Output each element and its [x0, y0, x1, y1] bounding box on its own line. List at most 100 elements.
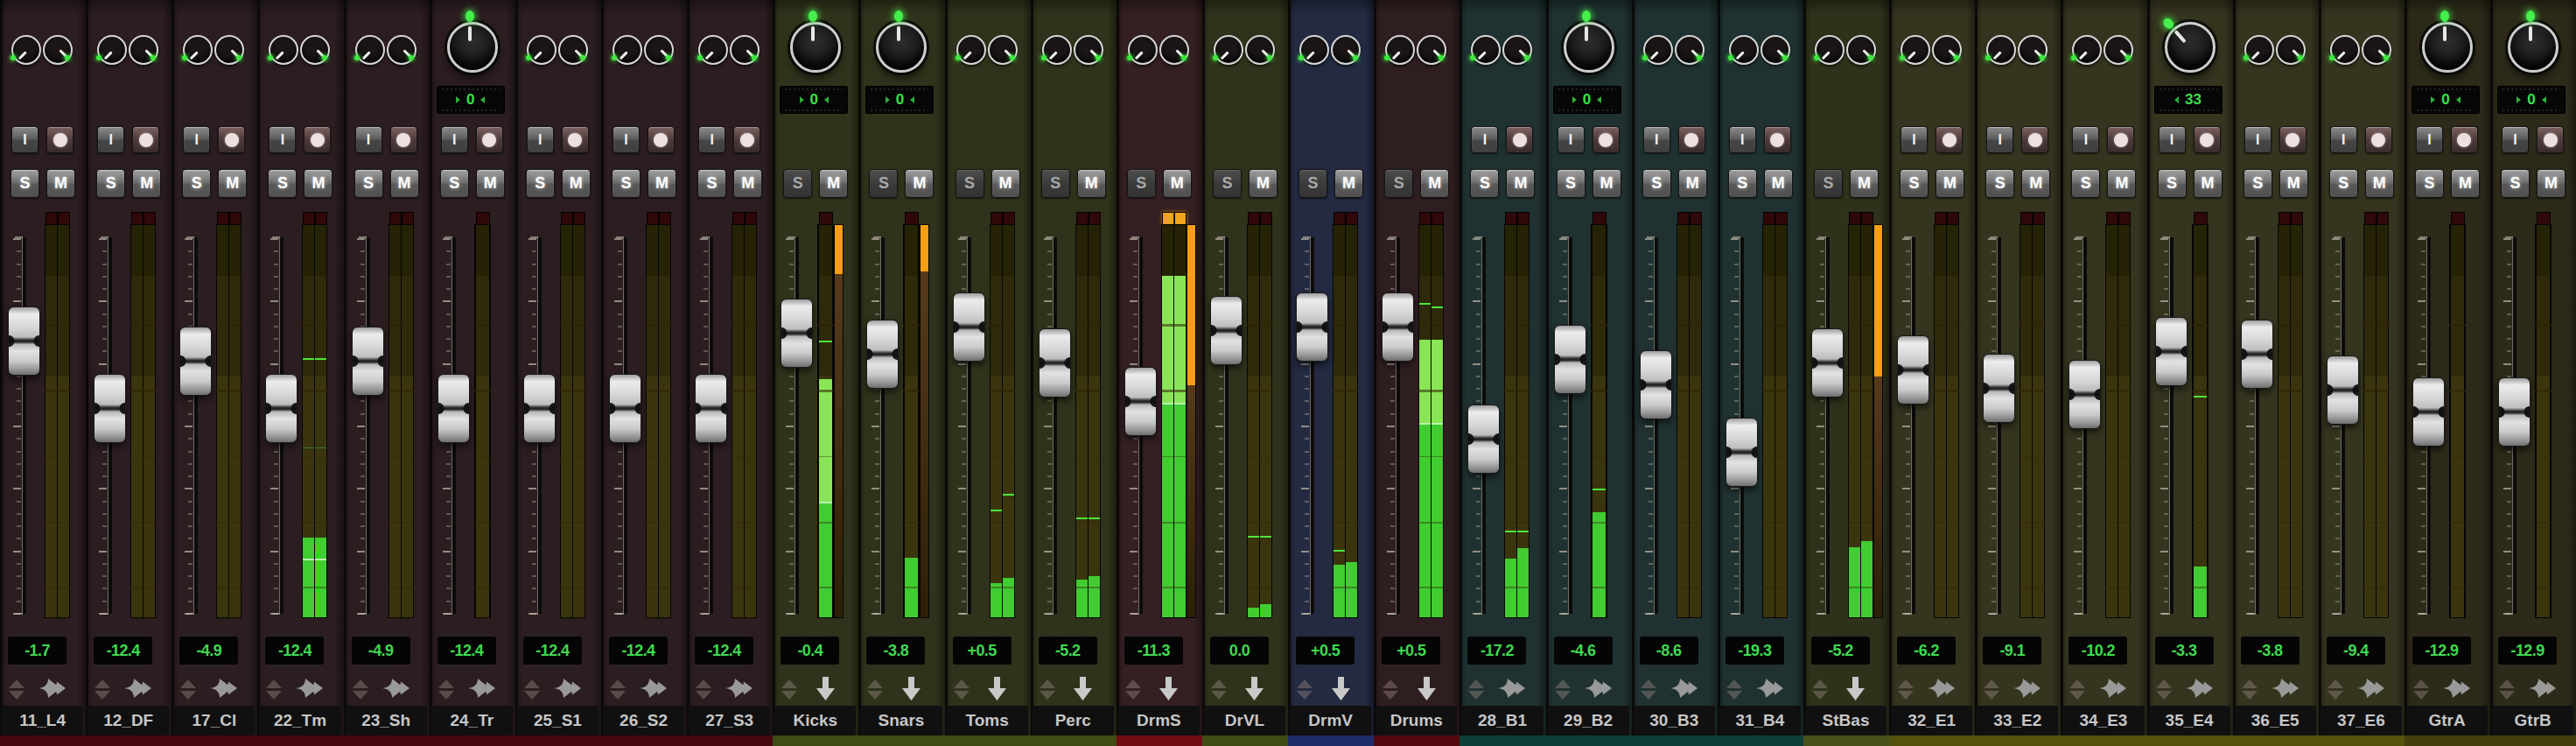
solo-button[interactable]: S — [182, 169, 211, 198]
fader-handle[interactable] — [1554, 325, 1586, 394]
fader-track[interactable] — [193, 237, 198, 614]
track-name[interactable]: Kicks — [774, 706, 856, 735]
track-name[interactable]: Perc — [1032, 706, 1114, 735]
volume-readout[interactable]: -5.2 — [1811, 637, 1870, 665]
folder-indicator[interactable] — [1152, 672, 1186, 705]
input-monitor-button[interactable]: I — [2502, 126, 2529, 153]
fader-fine-adjust[interactable] — [351, 678, 370, 700]
solo-button[interactable]: S — [612, 169, 640, 198]
fader-handle[interactable] — [1296, 292, 1328, 362]
fader-handle[interactable] — [2155, 317, 2188, 386]
mute-button[interactable]: M — [1678, 169, 1707, 198]
record-arm-button[interactable] — [1936, 126, 1963, 153]
track-name[interactable]: 27_S3 — [689, 706, 770, 735]
fader-track[interactable] — [2255, 237, 2259, 614]
pan-knob-right[interactable] — [730, 35, 760, 65]
clip-indicator-left[interactable] — [1334, 212, 1346, 225]
input-monitor-button[interactable]: I — [1558, 126, 1585, 153]
fader-fine-adjust[interactable] — [7, 678, 26, 700]
volume-readout[interactable]: -5.2 — [1039, 637, 1097, 665]
fader-track[interactable] — [1997, 237, 2001, 614]
solo-button[interactable]: S — [869, 169, 898, 198]
solo-button[interactable]: S — [2071, 169, 2100, 198]
solo-button[interactable]: S — [526, 169, 555, 198]
clip-indicator-right[interactable] — [1947, 212, 1959, 225]
input-monitor-button[interactable]: I — [2072, 126, 2099, 153]
record-arm-button[interactable] — [733, 126, 760, 153]
clip-indicator-right[interactable] — [144, 212, 156, 225]
clip-indicator[interactable] — [905, 212, 919, 225]
record-arm-button[interactable] — [1506, 126, 1533, 153]
clip-indicator-left[interactable] — [2364, 212, 2376, 225]
pan-knob-left[interactable] — [698, 35, 728, 65]
route-button[interactable] — [722, 672, 757, 705]
pan-knob-right[interactable] — [1245, 35, 1275, 65]
pan-knob-right[interactable] — [129, 35, 158, 65]
fader-handle[interactable] — [352, 327, 384, 396]
mute-button[interactable]: M — [132, 169, 161, 198]
input-monitor-button[interactable]: I — [1986, 126, 2013, 153]
fader-handle[interactable] — [8, 306, 40, 376]
clip-indicator-left[interactable] — [131, 212, 144, 225]
clip-indicator-right[interactable] — [1861, 212, 1873, 225]
solo-button[interactable]: S — [268, 169, 297, 198]
pan-knob-left[interactable] — [1128, 35, 1158, 65]
mute-button[interactable]: M — [2021, 169, 2050, 198]
clip-indicator[interactable] — [1592, 212, 1606, 225]
fader-fine-adjust[interactable] — [1124, 678, 1143, 700]
fader-handle[interactable] — [1210, 296, 1242, 365]
clip-indicator-right[interactable] — [1775, 212, 1788, 225]
mute-button[interactable]: M — [1506, 169, 1535, 198]
track-name[interactable]: DrVL — [1204, 706, 1285, 735]
record-arm-button[interactable] — [648, 126, 675, 153]
clip-indicator-left[interactable] — [2278, 212, 2291, 225]
volume-readout[interactable]: -12.4 — [523, 637, 582, 665]
pan-knob-left[interactable] — [956, 35, 986, 65]
record-arm-button[interactable] — [1678, 126, 1705, 153]
pan-knob-left[interactable] — [355, 35, 385, 65]
solo-button[interactable]: S — [2244, 169, 2272, 198]
fader-fine-adjust[interactable] — [178, 678, 198, 700]
mute-button[interactable]: M — [476, 169, 505, 198]
input-monitor-button[interactable]: I — [527, 126, 554, 153]
track-name[interactable]: GtrB — [2492, 706, 2573, 735]
route-button[interactable] — [1753, 672, 1788, 705]
volume-readout[interactable]: +0.5 — [953, 637, 1012, 665]
pan-knob-left[interactable] — [183, 35, 213, 65]
record-arm-button[interactable] — [562, 126, 589, 153]
track-name[interactable]: 36_E5 — [2235, 706, 2316, 735]
pan-knob-right[interactable] — [1331, 35, 1361, 65]
clip-indicator-left[interactable] — [1935, 212, 1947, 225]
fader-handle[interactable] — [1983, 354, 2015, 423]
volume-readout[interactable]: -4.9 — [352, 637, 410, 665]
clip-indicator-right[interactable] — [1690, 212, 1702, 225]
fader-fine-adjust[interactable] — [1639, 678, 1658, 700]
route-button[interactable] — [2096, 672, 2131, 705]
mute-button[interactable]: M — [1764, 169, 1793, 198]
folder-indicator[interactable] — [1066, 672, 1101, 705]
clip-indicator-right[interactable] — [1432, 212, 1444, 225]
route-button[interactable] — [550, 672, 585, 705]
pan-display[interactable]: 0 — [780, 86, 848, 114]
route-button[interactable] — [2354, 672, 2389, 705]
solo-button[interactable]: S — [1041, 169, 1070, 198]
mute-button[interactable]: M — [905, 169, 934, 198]
pan-knob-left[interactable] — [1471, 35, 1501, 65]
mute-button[interactable]: M — [218, 169, 247, 198]
pan-knob-left[interactable] — [1299, 35, 1329, 65]
pan-knob-left[interactable] — [527, 35, 556, 65]
solo-button[interactable]: S — [956, 169, 984, 198]
route-button[interactable] — [636, 672, 671, 705]
track-name[interactable]: 22_Tm — [259, 706, 340, 735]
solo-button[interactable]: S — [1384, 169, 1413, 198]
fader-fine-adjust[interactable] — [1553, 678, 1572, 700]
clip-indicator-right[interactable] — [2291, 212, 2303, 225]
fader-fine-adjust[interactable] — [952, 678, 971, 700]
pan-knob-left[interactable] — [1729, 35, 1759, 65]
clip-indicator-right[interactable] — [1517, 212, 1530, 225]
clip-indicator-left[interactable] — [1248, 212, 1260, 225]
input-monitor-button[interactable]: I — [183, 126, 210, 153]
volume-readout[interactable]: -8.6 — [1640, 637, 1698, 665]
pan-knob-left[interactable] — [2072, 35, 2102, 65]
mute-button[interactable]: M — [304, 169, 332, 198]
